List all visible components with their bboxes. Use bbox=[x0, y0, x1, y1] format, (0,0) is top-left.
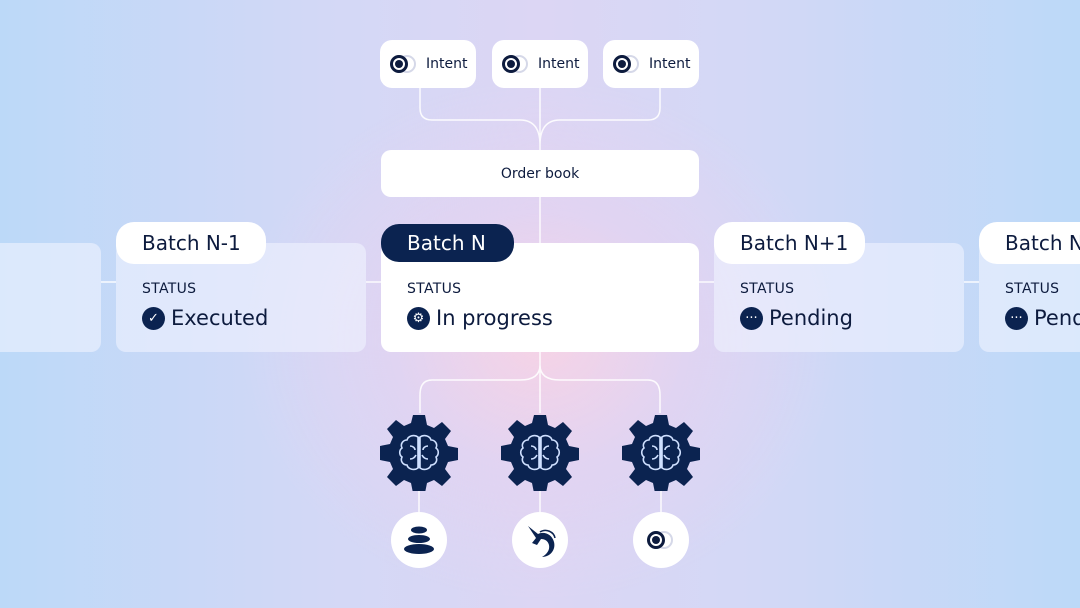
batch-title: Batch N bbox=[979, 222, 1080, 264]
intent-label: Intent bbox=[538, 56, 580, 72]
status-label: STATUS bbox=[407, 281, 462, 297]
intent-node: Intent bbox=[492, 40, 588, 88]
status-text: Executed bbox=[171, 306, 269, 330]
batch-title: Batch N+1 bbox=[714, 222, 865, 264]
intent-node: Intent bbox=[603, 40, 699, 88]
status-label: STATUS bbox=[142, 281, 197, 297]
stacked-stones-icon bbox=[404, 526, 434, 554]
toggle-icon bbox=[613, 54, 641, 74]
brain-gear-icon bbox=[380, 414, 458, 491]
status-label: STATUS bbox=[1005, 281, 1060, 297]
ellipsis-circle-icon: ··· bbox=[740, 306, 763, 330]
status-label: STATUS bbox=[740, 281, 795, 297]
status-value: ··· Pending bbox=[740, 306, 853, 330]
batch-card-previous bbox=[0, 243, 101, 352]
intent-node: Intent bbox=[380, 40, 476, 88]
check-circle-icon: ✓ bbox=[142, 306, 165, 330]
status-value: ··· Pending bbox=[1005, 306, 1080, 330]
ellipsis-circle-icon: ··· bbox=[1005, 306, 1028, 330]
batch-title: Batch N bbox=[381, 224, 514, 262]
toggle-icon bbox=[390, 54, 418, 74]
status-text: Pending bbox=[769, 306, 853, 330]
unicorn-icon bbox=[528, 526, 556, 557]
gear-icon: ⚙ bbox=[407, 306, 430, 330]
order-book-label: Order book bbox=[500, 165, 580, 182]
status-text: Pending bbox=[1034, 306, 1080, 330]
batch-title: Batch N-1 bbox=[116, 222, 266, 264]
order-book-node: Order book bbox=[381, 150, 699, 197]
status-value: ⚙ In progress bbox=[407, 306, 553, 330]
brain-gear-icon bbox=[501, 414, 579, 491]
protocol-node bbox=[391, 512, 447, 568]
toggle-icon bbox=[647, 530, 675, 550]
status-value: ✓ Executed bbox=[142, 306, 268, 330]
intent-label: Intent bbox=[426, 56, 468, 72]
protocol-node bbox=[512, 512, 568, 568]
brain-gear-icon bbox=[622, 414, 700, 491]
status-text: In progress bbox=[436, 306, 553, 330]
intent-label: Intent bbox=[649, 56, 691, 72]
toggle-icon bbox=[502, 54, 530, 74]
protocol-node bbox=[633, 512, 689, 568]
